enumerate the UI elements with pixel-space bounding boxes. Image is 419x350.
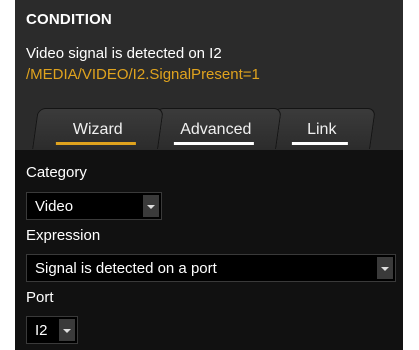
tab-wizard-label: Wizard — [72, 121, 123, 138]
chevron-down-icon — [381, 267, 389, 271]
wizard-form: Category Video Expression Signal is dete… — [15, 150, 403, 350]
tab-wizard-indicator — [55, 142, 136, 145]
port-select-value: I2 — [35, 322, 48, 339]
condition-panel: CONDITION Video signal is detected on I2… — [15, 0, 403, 350]
chevron-down-icon — [147, 205, 155, 209]
chevron-down-icon — [63, 329, 71, 333]
tab-link[interactable]: Link — [268, 108, 376, 149]
port-select[interactable]: I2 — [26, 316, 78, 344]
condition-header: CONDITION Video signal is detected on I2… — [15, 0, 403, 150]
condition-title: CONDITION — [26, 11, 112, 28]
condition-description: Video signal is detected on I2 — [26, 45, 222, 62]
tab-link-label: Link — [307, 121, 337, 138]
expression-dropdown-button[interactable] — [377, 257, 393, 279]
port-label: Port — [26, 289, 54, 306]
tab-bar: Wizard Advanced Link — [32, 104, 385, 149]
expression-select[interactable]: Signal is detected on a port — [26, 254, 396, 282]
tab-advanced[interactable]: Advanced — [150, 108, 282, 149]
category-select-value: Video — [35, 198, 74, 215]
tab-advanced-label: Advanced — [180, 121, 252, 138]
category-dropdown-button[interactable] — [143, 195, 159, 217]
expression-select-value: Signal is detected on a port — [35, 260, 217, 277]
tab-link-indicator — [291, 142, 348, 145]
port-dropdown-button[interactable] — [59, 319, 75, 341]
tab-wizard[interactable]: Wizard — [32, 108, 164, 149]
condition-path: /MEDIA/VIDEO/I2.SignalPresent=1 — [26, 66, 260, 83]
category-label: Category — [26, 164, 87, 181]
category-select[interactable]: Video — [26, 192, 162, 220]
tab-advanced-indicator — [173, 142, 254, 145]
expression-label: Expression — [26, 227, 101, 244]
